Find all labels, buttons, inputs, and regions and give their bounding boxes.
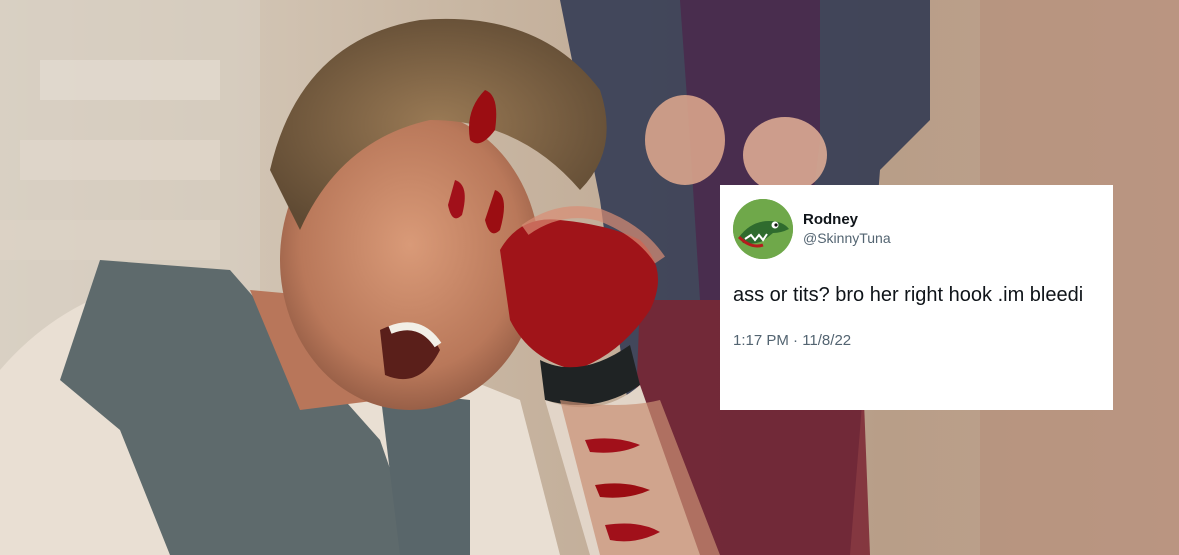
tweet-text: ass or tits? bro her right hook .im blee… [733,284,1084,306]
avatar[interactable] [733,199,793,259]
display-name[interactable]: Rodney [803,211,891,229]
tweet-author: Rodney @SkinnyTuna [803,211,891,247]
tweet-header: Rodney @SkinnyTuna [733,199,1097,259]
tweet-card[interactable]: Rodney @SkinnyTuna ass or tits? bro her … [720,185,1113,410]
user-handle[interactable]: @SkinnyTuna [803,229,891,247]
tweet-timestamp[interactable]: 1:17 PM · 11/8/22 [733,332,1097,350]
meme-image: Rodney @SkinnyTuna ass or tits? bro her … [0,0,1179,555]
crocodile-avatar-icon [733,199,793,259]
